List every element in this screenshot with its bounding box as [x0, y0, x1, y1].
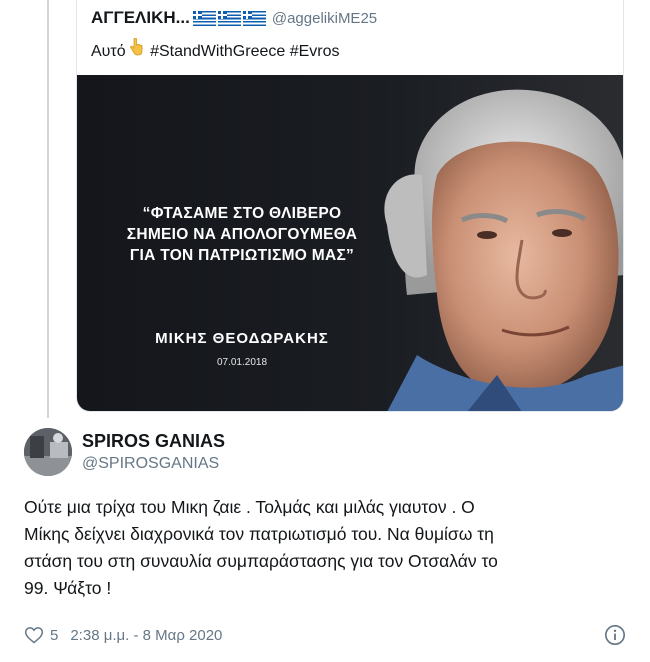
image-quote-date: 07.01.2018	[216, 357, 268, 368]
image-quote-line: “ΦΤΑΣΑΜΕ ΣΤΟ ΘΛΙΒΕΡΟ	[142, 205, 342, 222]
greek-flag-icon	[192, 10, 266, 26]
image-quote-text: “ΦΤΑΣΑΜΕ ΣΤΟ ΘΛΙΒΕΡΟ ΣΗΜΕΙΟ ΝΑ ΑΠΟΛΟΓΟΥΜ…	[97, 203, 387, 266]
quoted-tweet-image[interactable]: “ΦΤΑΣΑΜΕ ΣΤΟ ΘΛΙΒΕΡΟ ΣΗΜΕΙΟ ΝΑ ΑΠΟΛΟΓΟΥΜ…	[77, 75, 623, 411]
author-name[interactable]: SPIROS GANIAS	[82, 431, 225, 452]
like-count: 5	[50, 626, 59, 644]
avatar[interactable]	[24, 428, 72, 476]
portrait-photo	[384, 89, 623, 411]
thread-connector-line	[47, 0, 49, 418]
quoted-author-handle[interactable]: @aggelikiME25	[272, 10, 377, 27]
tweet-timestamp[interactable]: 2:38 μ.μ. - 8 Μαρ 2020	[70, 627, 222, 644]
quoted-hashtags[interactable]: #StandWithGreece #Evros	[150, 43, 339, 60]
tweet-author[interactable]: SPIROS GANIAS @SPIROSGANIAS	[24, 428, 225, 476]
image-quote-author: ΜΙΚΗΣ ΘΕΟΔΩΡΑΚΗΣ	[155, 330, 329, 347]
quoted-tweet-text: Αυτό #StandWithGreece #Evros	[91, 37, 340, 61]
tweet-text: Ούτε μια τρίχα του Μικη ζαιε . Τολμάς κα…	[24, 494, 624, 602]
tweet-text-line: στάση του στη συναυλία συμπαράστασης για…	[24, 551, 498, 571]
quoted-author-name[interactable]: ΑΓΓΕΛΙΚΗ...	[91, 8, 190, 28]
info-icon[interactable]	[604, 624, 626, 646]
author-handle[interactable]: @SPIROSGANIAS	[82, 455, 225, 473]
tweet-text-line: Ούτε μια τρίχα του Μικη ζαιε . Τολμάς κα…	[24, 497, 475, 517]
tweet-meta: 5 2:38 μ.μ. - 8 Μαρ 2020	[24, 624, 626, 646]
tweet-text-line: 99. Ψάξτο !	[24, 578, 112, 598]
image-quote-line: ΣΗΜΕΙΟ ΝΑ ΑΠΟΛΟΓΟΥΜΕΘΑ	[126, 226, 358, 243]
quoted-text-prefix: Αυτό	[91, 43, 126, 60]
quoted-tweet-card[interactable]: ΑΓΓΕΛΙΚΗ... @aggelikiME25 Αυτό #StandWit…	[76, 0, 624, 412]
tweet-text-line: Μίκης δείχνει διαχρονικά τον πατριωτισμό…	[24, 524, 494, 544]
pointing-down-hand-icon	[129, 37, 143, 61]
image-quote-line: ΓΙΑ ΤΟΝ ΠΑΤΡΙΩΤΙΣΜΟ ΜΑΣ”	[129, 247, 355, 264]
heart-icon[interactable]	[24, 625, 44, 645]
quoted-tweet-header: ΑΓΓΕΛΙΚΗ... @aggelikiME25	[91, 8, 377, 28]
